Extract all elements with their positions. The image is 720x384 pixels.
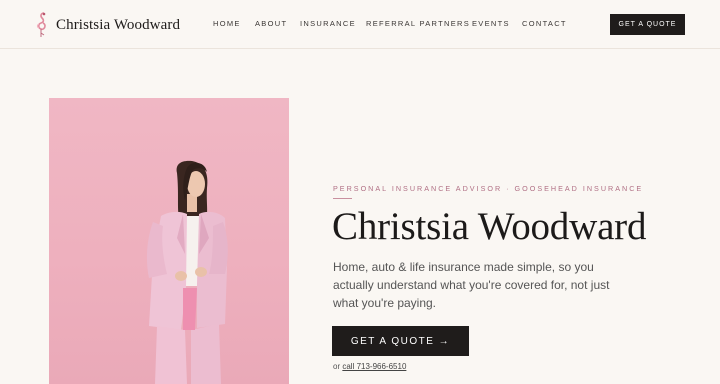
woman-in-pink-suit-illustration <box>146 160 228 384</box>
hero-eyebrow: PERSONAL INSURANCE ADVISOR · GOOSEHEAD I… <box>333 184 644 193</box>
call-line: or call 713-966-6510 <box>333 362 406 371</box>
call-prefix: or <box>333 362 343 371</box>
nav-item-home[interactable]: HOME <box>213 19 241 28</box>
hero-subtext: Home, auto & life insurance made simple,… <box>333 260 610 310</box>
nav-item-events[interactable]: EVENTS <box>472 19 510 28</box>
hero-photo <box>49 98 289 384</box>
nav-item-contact[interactable]: CONTACT <box>522 19 567 28</box>
call-phone-link[interactable]: call 713-966-6510 <box>342 362 406 371</box>
brand-name: Christsia Woodward <box>56 16 181 33</box>
hero-headline: Christsia Woodward <box>332 205 647 248</box>
hero-get-quote-button[interactable]: GET A QUOTE → <box>332 326 469 356</box>
brand-logo[interactable]: Christsia Woodward <box>35 11 180 39</box>
nav-item-insurance[interactable]: INSURANCE <box>300 19 356 28</box>
site-header: Christsia Woodward HOME ABOUT INSURANCE … <box>0 0 720 49</box>
flamingo-logo-icon <box>36 12 46 37</box>
nav-item-referral-partners[interactable]: REFERRAL PARTNERS <box>366 19 470 28</box>
nav-item-about[interactable]: ABOUT <box>255 19 287 28</box>
eyebrow-divider <box>333 198 352 199</box>
header-get-quote-button[interactable]: GET A QUOTE <box>610 14 685 35</box>
